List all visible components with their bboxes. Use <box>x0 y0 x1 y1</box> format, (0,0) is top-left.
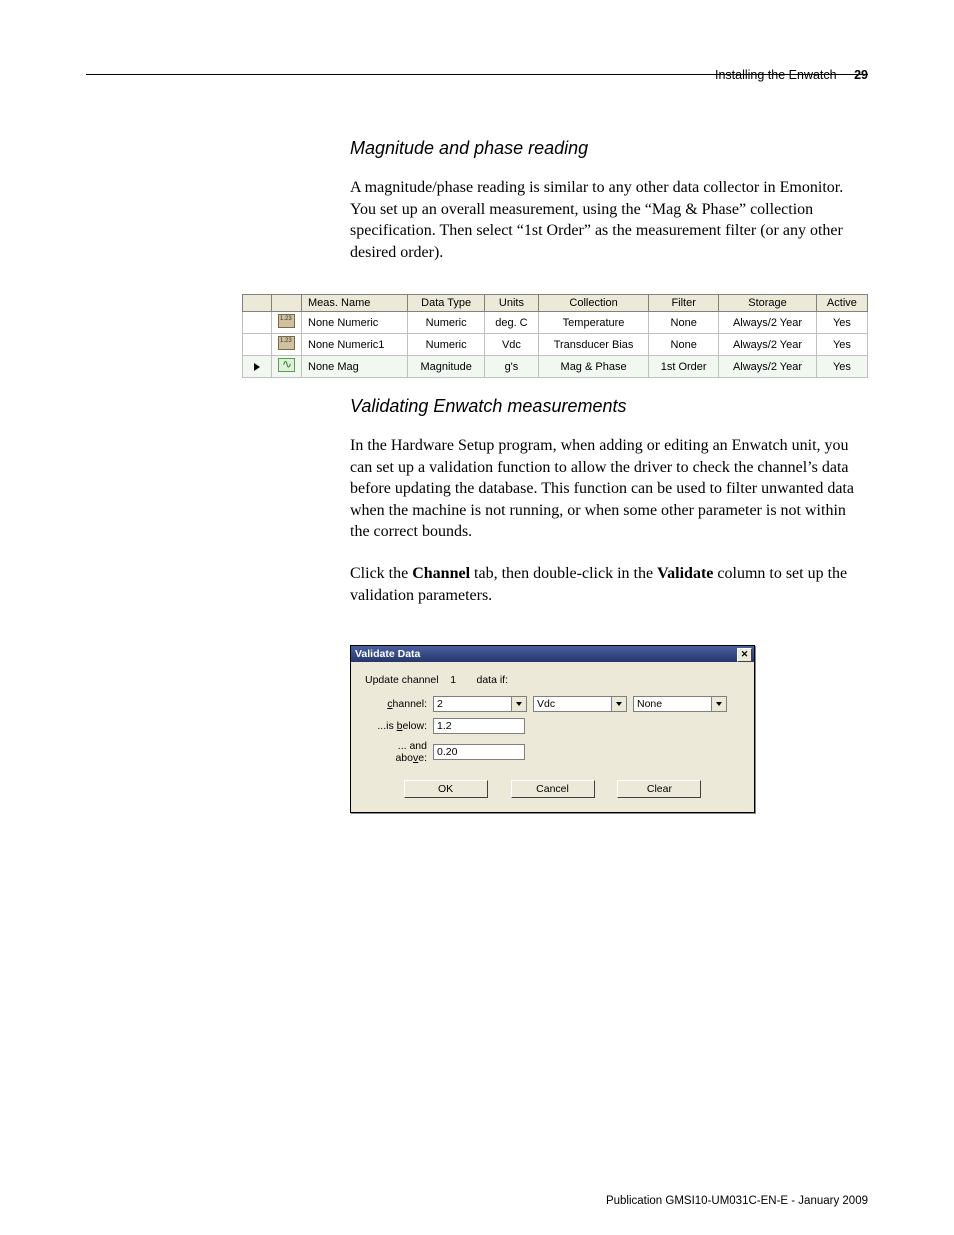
content-block-1: Magnitude and phase reading A magnitude/… <box>350 138 868 283</box>
units-combo[interactable] <box>533 696 627 712</box>
td: None Mag <box>302 356 408 378</box>
dialog-intro: Update channel 1 data if: <box>365 674 740 686</box>
td: None <box>649 312 719 334</box>
and-above-input[interactable] <box>433 744 525 760</box>
th: Data Type <box>408 295 485 312</box>
cancel-button[interactable]: Cancel <box>511 780 595 798</box>
th: Meas. Name <box>302 295 408 312</box>
td: Numeric <box>408 312 485 334</box>
td: Yes <box>816 312 867 334</box>
td: Transducer Bias <box>538 334 648 356</box>
units-input[interactable] <box>533 696 611 712</box>
td: Vdc <box>484 334 538 356</box>
td: None <box>649 334 719 356</box>
section2-title: Validating Enwatch measurements <box>350 396 868 417</box>
is-below-label: ...is below: <box>365 720 433 732</box>
table-row[interactable]: None Numeric Numeric deg. C Temperature … <box>243 312 868 334</box>
header-section: Installing the Enwatch <box>715 68 837 82</box>
td: deg. C <box>484 312 538 334</box>
current-row-icon <box>254 363 260 371</box>
td: None Numeric1 <box>302 334 408 356</box>
td: Yes <box>816 356 867 378</box>
section2-para1: In the Hardware Setup program, when addi… <box>350 435 868 543</box>
numeric-icon <box>278 314 295 328</box>
th: Filter <box>649 295 719 312</box>
validate-data-dialog: Validate Data ✕ Update channel 1 data if… <box>350 645 755 813</box>
txt: Click the <box>350 565 412 582</box>
td: Mag & Phase <box>538 356 648 378</box>
measurement-table: Meas. Name Data Type Units Collection Fi… <box>242 294 868 378</box>
table-header-row: Meas. Name Data Type Units Collection Fi… <box>243 295 868 312</box>
dialog-titlebar: Validate Data ✕ <box>351 646 754 662</box>
table-row[interactable]: None Numeric1 Numeric Vdc Transducer Bia… <box>243 334 868 356</box>
filter-combo[interactable] <box>633 696 727 712</box>
bold: Validate <box>657 565 713 582</box>
clear-button[interactable]: Clear <box>617 780 701 798</box>
chevron-down-icon[interactable] <box>511 696 527 712</box>
magnitude-icon <box>278 358 295 372</box>
channel-input[interactable] <box>433 696 511 712</box>
numeric-icon <box>278 336 295 350</box>
close-icon[interactable]: ✕ <box>737 648 752 662</box>
td: Yes <box>816 334 867 356</box>
section1-title: Magnitude and phase reading <box>350 138 868 159</box>
filter-input[interactable] <box>633 696 711 712</box>
td: None Numeric <box>302 312 408 334</box>
td: g's <box>484 356 538 378</box>
and-above-label: ... and above: <box>365 740 433 764</box>
td: Temperature <box>538 312 648 334</box>
page-header: Installing the Enwatch 29 <box>86 68 868 75</box>
page-number: 29 <box>854 68 868 82</box>
td: 1st Order <box>649 356 719 378</box>
td: Always/2 Year <box>719 356 817 378</box>
table-row[interactable]: None Mag Magnitude g's Mag & Phase 1st O… <box>243 356 868 378</box>
publication-footer: Publication GMSI10-UM031C-EN-E - January… <box>606 1195 868 1207</box>
th: Units <box>484 295 538 312</box>
td: Always/2 Year <box>719 312 817 334</box>
ok-button[interactable]: OK <box>404 780 488 798</box>
dialog-title: Validate Data <box>355 648 420 660</box>
th: Storage <box>719 295 817 312</box>
section1-paragraph: A magnitude/phase reading is similar to … <box>350 177 868 263</box>
chevron-down-icon[interactable] <box>711 696 727 712</box>
channel-label: channel: <box>365 698 433 710</box>
section2-para2: Click the Channel tab, then double-click… <box>350 563 868 606</box>
content-block-2: Validating Enwatch measurements In the H… <box>350 396 868 626</box>
th: Collection <box>538 295 648 312</box>
th: Active <box>816 295 867 312</box>
txt: tab, then double-click in the <box>470 565 657 582</box>
td: Magnitude <box>408 356 485 378</box>
channel-combo[interactable] <box>433 696 527 712</box>
is-below-input[interactable] <box>433 718 525 734</box>
td: Numeric <box>408 334 485 356</box>
chevron-down-icon[interactable] <box>611 696 627 712</box>
bold: Channel <box>412 565 470 582</box>
td: Always/2 Year <box>719 334 817 356</box>
